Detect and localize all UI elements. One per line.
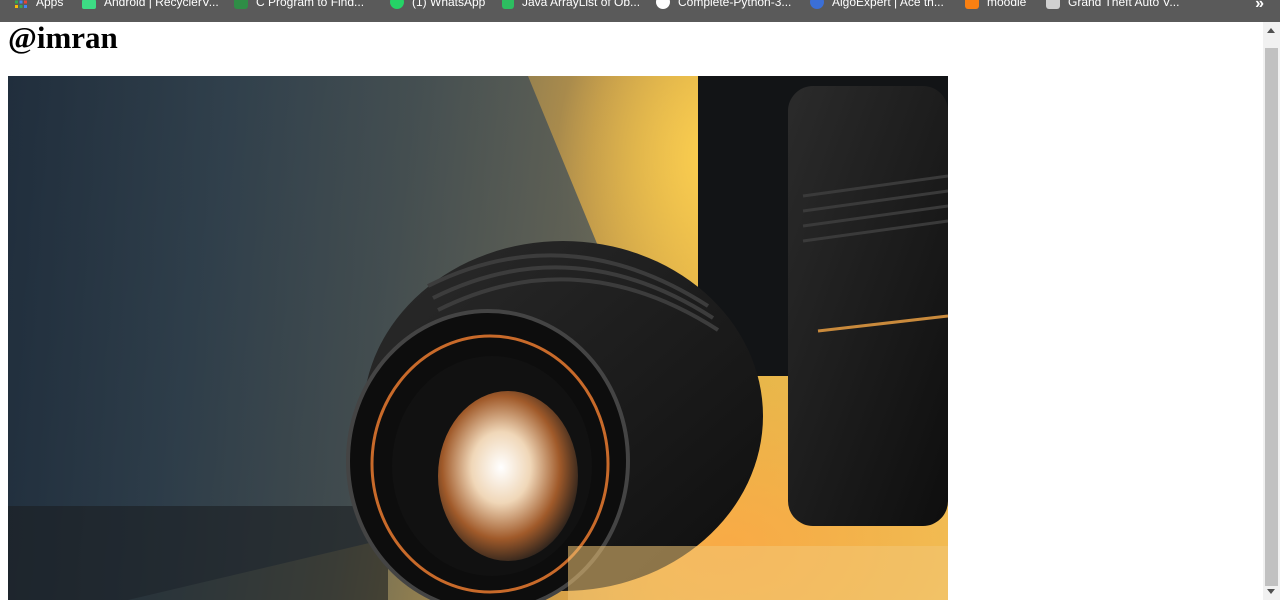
bookmark-label: AlgoExpert | Ace th... [832,0,944,9]
algoexpert-icon [810,0,824,9]
vertical-scrollbar[interactable] [1263,22,1280,600]
apps-grid-icon [14,0,28,9]
bookmark-label: Java ArrayList of Ob... [522,0,641,9]
scrollbar-thumb[interactable] [1265,48,1278,586]
bookmark-moodle[interactable]: moodle [965,0,1026,22]
bookmarks-bar: Apps Android | RecyclerV... C Program to… [0,0,1280,22]
moodle-icon [965,0,979,9]
bookmark-algoexpert[interactable]: AlgoExpert | Ace th... [810,0,944,22]
hero-image [8,76,948,600]
bookmark-java-arraylist[interactable]: Java ArrayList of Ob... [502,0,640,22]
github-icon [656,0,670,9]
bookmark-github-python[interactable]: Complete-Python-3... [656,0,791,22]
android-icon [82,0,96,9]
bookmark-label: Grand Theft Auto V... [1068,0,1180,9]
page-heading: @imran [8,20,118,55]
bookmark-label: Complete-Python-3... [678,0,792,9]
bookmark-label: moodle [987,0,1027,9]
bookmark-label: (1) WhatsApp [412,0,486,9]
b-icon [502,0,514,9]
site-icon [234,0,248,9]
bookmarks-overflow-chevron-icon[interactable]: » [1255,0,1264,13]
camera-lens-photo-icon [8,76,948,600]
bookmark-label: C Program to Find... [256,0,365,9]
whatsapp-icon [390,0,404,9]
scroll-up-arrow-icon[interactable] [1267,28,1275,33]
bookmark-c-program[interactable]: C Program to Find... [234,0,364,22]
bookmark-whatsapp[interactable]: (1) WhatsApp [390,0,485,22]
game-icon [1046,0,1060,9]
scroll-down-arrow-icon[interactable] [1267,589,1275,594]
bookmark-label: Android | RecyclerV... [104,0,219,9]
bookmark-gta[interactable]: Grand Theft Auto V... [1046,0,1179,22]
bookmark-label: Apps [36,0,64,9]
